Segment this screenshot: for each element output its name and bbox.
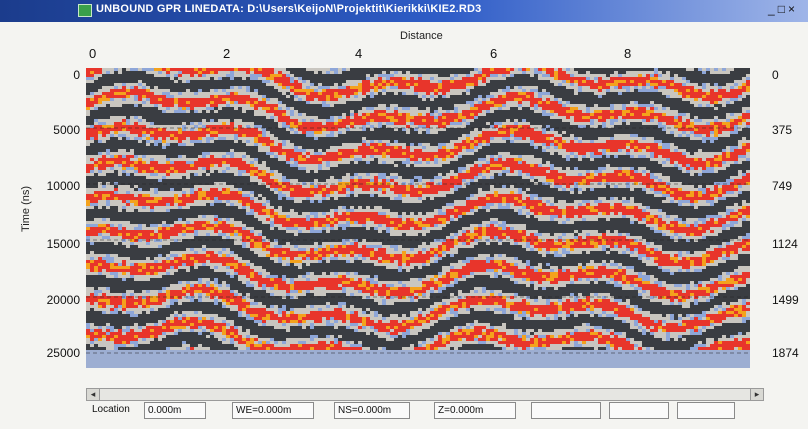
y-tick-left: 20000 bbox=[46, 293, 80, 307]
maximize-button[interactable]: □ bbox=[778, 2, 785, 16]
radargram-image bbox=[86, 68, 750, 368]
we-field: WE=0.000m bbox=[232, 402, 314, 419]
y-tick-left: 25000 bbox=[46, 346, 80, 360]
window-title: UNBOUND GPR LINEDATA: D:\Users\KeijoN\Pr… bbox=[96, 3, 482, 15]
z-field: Z=0.000m bbox=[434, 402, 516, 419]
x-tick-0: 0 bbox=[89, 46, 97, 61]
y-tick-left: 0 bbox=[73, 68, 80, 82]
status-cell bbox=[531, 402, 601, 419]
radargram-canvas[interactable] bbox=[86, 68, 750, 368]
x-axis-title: Distance bbox=[400, 30, 443, 42]
x-tick-6: 6 bbox=[490, 46, 498, 61]
horizontal-scrollbar[interactable]: ◂ ▸ bbox=[86, 388, 764, 401]
y-tick-right: 749 bbox=[772, 179, 793, 193]
y-tick-right: 0 bbox=[772, 68, 779, 82]
scroll-right-button[interactable]: ▸ bbox=[750, 389, 763, 400]
status-cell bbox=[609, 402, 669, 419]
x-tick-8: 8 bbox=[624, 46, 632, 61]
app-icon bbox=[78, 4, 92, 17]
y-tick-left: 15000 bbox=[46, 237, 80, 251]
y-tick-left: 5000 bbox=[53, 123, 80, 137]
window-controls: _ □ × bbox=[768, 2, 798, 16]
location-label: Location bbox=[92, 404, 130, 415]
title-bar: UNBOUND GPR LINEDATA: D:\Users\KeijoN\Pr… bbox=[0, 0, 808, 22]
y-tick-right: 1874 bbox=[772, 346, 799, 360]
x-tick-4: 4 bbox=[355, 46, 363, 61]
status-cell bbox=[677, 402, 735, 419]
ns-field: NS=0.000m bbox=[334, 402, 410, 419]
scroll-left-button[interactable]: ◂ bbox=[87, 389, 100, 400]
close-button[interactable]: × bbox=[788, 2, 795, 16]
y-tick-right: 375 bbox=[772, 123, 793, 137]
x-tick-2: 2 bbox=[223, 46, 231, 61]
minimize-button[interactable]: _ bbox=[768, 2, 775, 16]
y-tick-right: 1499 bbox=[772, 293, 799, 307]
location-field: 0.000m bbox=[144, 402, 206, 419]
y-tick-left: 10000 bbox=[46, 179, 80, 193]
y-tick-right: 1124 bbox=[772, 237, 798, 251]
status-bar: Location 0.000m WE=0.000m NS=0.000m Z=0.… bbox=[86, 402, 776, 420]
